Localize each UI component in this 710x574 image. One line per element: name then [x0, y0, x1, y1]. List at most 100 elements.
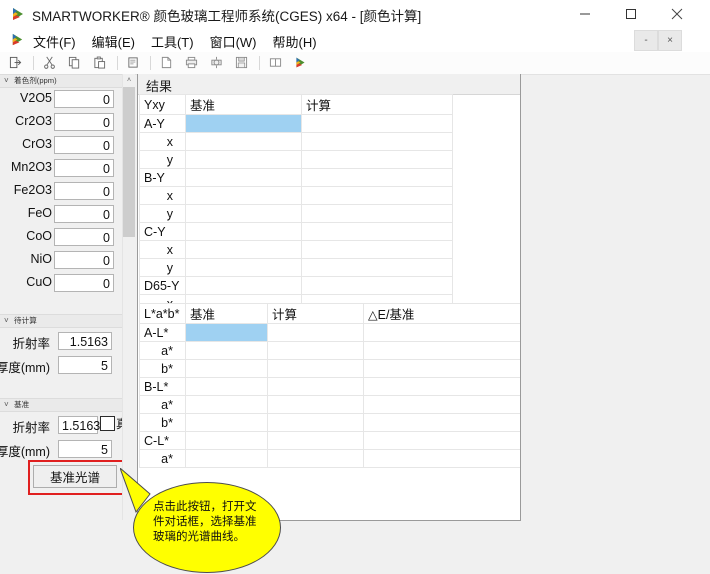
table-row[interactable]: y — [139, 258, 453, 277]
cell-reference[interactable] — [185, 222, 302, 241]
save-icon[interactable] — [232, 54, 254, 72]
cell-reference[interactable] — [185, 132, 302, 151]
table-row[interactable]: x — [139, 240, 453, 259]
cell-delta-e[interactable] — [363, 431, 520, 450]
cell-calculated[interactable] — [301, 114, 453, 133]
cell-calculated[interactable] — [301, 258, 453, 277]
table-row[interactable]: a* — [139, 395, 520, 414]
field-input-feo[interactable]: 0 — [54, 205, 114, 223]
cell-reference[interactable] — [185, 341, 268, 360]
copy-icon[interactable] — [65, 54, 87, 72]
cell-reference[interactable] — [185, 168, 302, 187]
cell-reference[interactable] — [185, 204, 302, 223]
cell-calculated[interactable] — [301, 204, 453, 223]
field-input-reference-thickness[interactable]: 5 — [58, 440, 112, 458]
table-row[interactable]: a* — [139, 449, 520, 468]
field-input-reference-refractive-index[interactable]: 1.5163 — [58, 416, 100, 434]
cell-delta-e[interactable] — [363, 377, 520, 396]
cell-reference[interactable] — [185, 323, 268, 342]
cell-calculated[interactable] — [301, 222, 453, 241]
cell-reference[interactable] — [185, 258, 302, 277]
field-input-cr2o3[interactable]: 0 — [54, 113, 114, 131]
cell-calculated[interactable] — [301, 132, 453, 151]
table-row[interactable]: a* — [139, 341, 520, 360]
cell-reference[interactable] — [185, 431, 268, 450]
cell-calculated[interactable] — [267, 413, 364, 432]
cell-calculated[interactable] — [267, 449, 364, 468]
cell-calculated[interactable] — [301, 276, 453, 295]
sidebar-scrollbar[interactable]: ˄ — [122, 74, 135, 520]
cell-delta-e[interactable] — [363, 449, 520, 468]
cell-reference[interactable] — [185, 395, 268, 414]
cell-calculated[interactable] — [267, 341, 364, 360]
table-row[interactable]: b* — [139, 359, 520, 378]
field-input-mn2o3[interactable]: 0 — [54, 159, 114, 177]
print-icon[interactable] — [182, 54, 204, 72]
paste-icon[interactable] — [90, 54, 112, 72]
table-row[interactable]: C-L* — [139, 431, 520, 450]
field-input-fe2o3[interactable]: 0 — [54, 182, 114, 200]
stamp-icon[interactable] — [124, 54, 146, 72]
table-row[interactable]: C-Y — [139, 222, 453, 241]
cell-calculated[interactable] — [267, 359, 364, 378]
cell-reference[interactable] — [185, 186, 302, 205]
menu-item-file[interactable]: 文件(F) — [30, 31, 79, 52]
field-input-coo[interactable]: 0 — [54, 228, 114, 246]
cell-delta-e[interactable] — [363, 359, 520, 378]
cut-icon[interactable] — [40, 54, 62, 72]
real-value-checkbox[interactable] — [100, 416, 115, 431]
reference-spectrum-button[interactable]: 基准光谱 — [33, 465, 117, 488]
field-input-nio[interactable]: 0 — [54, 251, 114, 269]
table-row[interactable]: A-Y — [139, 114, 453, 133]
new-document-icon[interactable] — [157, 54, 179, 72]
table-row[interactable]: x — [139, 186, 453, 205]
cell-reference[interactable] — [185, 377, 268, 396]
menu-item-window[interactable]: 窗口(W) — [207, 31, 260, 52]
window-tile-icon[interactable] — [266, 54, 288, 72]
field-input-pending-refractive-index[interactable]: 1.5163 — [58, 332, 112, 350]
table-row[interactable]: B-L* — [139, 377, 520, 396]
group-header-colorant[interactable]: ˅ 着色剂(ppm) — [0, 74, 122, 88]
field-input-cuo[interactable]: 0 — [54, 274, 114, 292]
cell-reference[interactable] — [185, 359, 268, 378]
menu-item-help[interactable]: 帮助(H) — [270, 31, 320, 52]
field-input-v2o5[interactable]: 0 — [54, 90, 114, 108]
table-row[interactable]: y — [139, 150, 453, 169]
close-button[interactable] — [654, 0, 700, 28]
cell-calculated[interactable] — [267, 377, 364, 396]
print-setup-icon[interactable] — [207, 54, 229, 72]
cell-calculated[interactable] — [267, 323, 364, 342]
cell-reference[interactable] — [185, 240, 302, 259]
field-input-pending-thickness[interactable]: 5 — [58, 356, 112, 374]
cell-reference[interactable] — [185, 150, 302, 169]
cell-calculated[interactable] — [301, 150, 453, 169]
mdi-restore-button[interactable]: - — [634, 30, 658, 51]
cell-calculated[interactable] — [267, 431, 364, 450]
cell-calculated[interactable] — [267, 395, 364, 414]
table-row[interactable]: b* — [139, 413, 520, 432]
table-row[interactable]: y — [139, 204, 453, 223]
cell-reference[interactable] — [185, 114, 302, 133]
cell-reference[interactable] — [185, 449, 268, 468]
cell-reference[interactable] — [185, 276, 302, 295]
cell-delta-e[interactable] — [363, 413, 520, 432]
mdi-close-button[interactable]: × — [658, 30, 682, 51]
menu-item-tools[interactable]: 工具(T) — [148, 31, 197, 52]
maximize-button[interactable] — [608, 0, 654, 28]
scroll-up-icon[interactable]: ˄ — [123, 74, 135, 87]
menu-item-edit[interactable]: 编辑(E) — [89, 31, 138, 52]
table-row[interactable]: x — [139, 132, 453, 151]
minimize-button[interactable] — [562, 0, 608, 28]
cell-calculated[interactable] — [301, 186, 453, 205]
group-header-reference[interactable]: ˅ 基准 — [0, 398, 122, 412]
table-row[interactable]: D65-Y — [139, 276, 453, 295]
cell-delta-e[interactable] — [363, 323, 520, 342]
table-row[interactable]: B-Y — [139, 168, 453, 187]
about-logo-icon[interactable] — [291, 54, 313, 72]
group-header-pending[interactable]: ˅ 待计算 — [0, 314, 122, 328]
field-input-cro3[interactable]: 0 — [54, 136, 114, 154]
cell-calculated[interactable] — [301, 168, 453, 187]
cell-calculated[interactable] — [301, 240, 453, 259]
cell-reference[interactable] — [185, 413, 268, 432]
cell-delta-e[interactable] — [363, 395, 520, 414]
